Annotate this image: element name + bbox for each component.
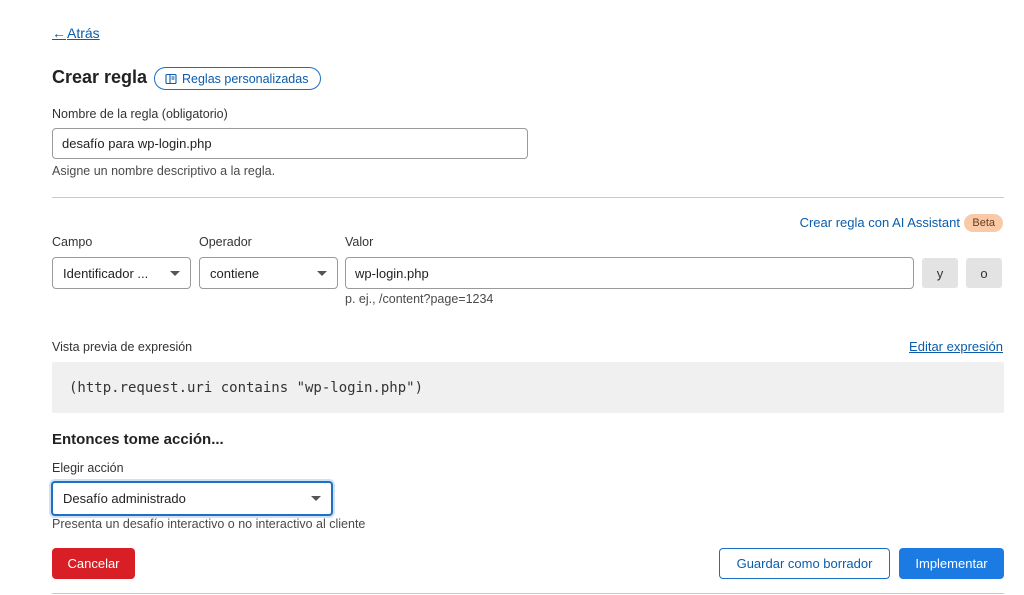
- book-icon: [165, 73, 177, 84]
- edit-expression-link[interactable]: Editar expresión: [909, 339, 1003, 354]
- expression-preview-label: Vista previa de expresión: [52, 340, 193, 354]
- value-hint: p. ej., /content?page=1234: [345, 292, 494, 306]
- and-button[interactable]: y: [922, 258, 958, 288]
- value-input-value: wp-login.php: [355, 265, 429, 281]
- action-select[interactable]: Desafío administrado: [51, 481, 333, 516]
- back-link-label: Atrás: [67, 25, 100, 41]
- chevron-down-icon: [170, 270, 180, 276]
- rule-name-hint: Asigne un nombre descriptivo a la regla.: [52, 164, 276, 178]
- value-label: Valor: [345, 235, 374, 249]
- footer-divider: [52, 593, 1004, 594]
- ai-assistant-link[interactable]: Crear regla con AI Assistant: [800, 215, 960, 230]
- action-select-value: Desafío administrado: [63, 491, 186, 506]
- value-input[interactable]: wp-login.php: [345, 257, 914, 289]
- rule-name-value: desafío para wp-login.php: [62, 136, 212, 151]
- field-select[interactable]: Identificador ...: [52, 257, 191, 289]
- custom-rules-button[interactable]: Reglas personalizadas: [154, 67, 322, 90]
- action-section-title: Entonces tome acción...: [52, 431, 224, 448]
- back-link[interactable]: ← Atrás: [52, 25, 100, 41]
- action-label: Elegir acción: [52, 461, 124, 475]
- chevron-down-icon: [311, 496, 321, 501]
- expression-text: (http.request.uri contains "wp-login.php…: [69, 379, 424, 396]
- action-hint: Presenta un desafío interactivo o no int…: [52, 517, 366, 531]
- operator-label: Operador: [199, 235, 252, 249]
- arrow-left-icon: ←: [52, 25, 66, 41]
- operator-select-value: contiene: [210, 265, 260, 281]
- rule-name-label: Nombre de la regla (obligatorio): [52, 107, 228, 121]
- field-label: Campo: [52, 235, 93, 249]
- page-title: Crear regla: [52, 67, 148, 87]
- save-draft-button[interactable]: Guardar como borrador: [719, 548, 890, 579]
- beta-badge: Beta: [964, 214, 1003, 232]
- deploy-button[interactable]: Implementar: [899, 548, 1004, 579]
- or-button[interactable]: o: [966, 258, 1002, 288]
- operator-select[interactable]: contiene: [199, 257, 338, 289]
- expression-preview: (http.request.uri contains "wp-login.php…: [52, 362, 1004, 413]
- rule-name-input[interactable]: desafío para wp-login.php: [52, 128, 528, 159]
- section-divider: [52, 197, 1004, 198]
- cancel-button[interactable]: Cancelar: [52, 548, 135, 579]
- chevron-down-icon: [317, 270, 327, 276]
- custom-rules-label: Reglas personalizadas: [182, 71, 309, 86]
- field-select-value: Identificador ...: [63, 265, 149, 281]
